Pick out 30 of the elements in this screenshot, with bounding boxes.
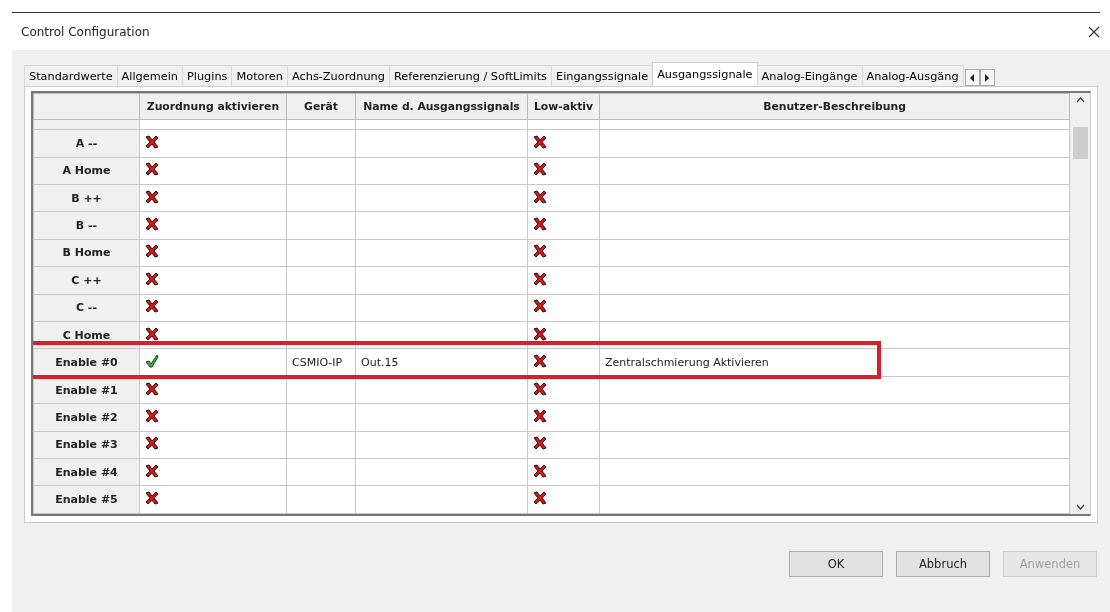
tab[interactable]: Analog-Eingänge <box>756 65 863 86</box>
window-title: Control Configuration <box>21 24 150 39</box>
column-header: Zuordnung aktivieren <box>139 93 287 120</box>
tab[interactable]: Ausgangssignale <box>652 62 758 86</box>
row-header: Enable #4 <box>33 458 140 486</box>
row-header: A -- <box>33 129 140 158</box>
row-header: C -- <box>33 294 140 322</box>
row-header: Enable #0 <box>33 348 140 377</box>
column-header: Low-aktiv <box>527 93 600 120</box>
tab[interactable]: Analog-Ausgäng <box>861 65 964 86</box>
row-header: Enable #2 <box>33 403 140 432</box>
row-header: B ++ <box>33 184 140 212</box>
row-header: B Home <box>33 239 140 267</box>
scroll-left-button[interactable] <box>964 69 980 86</box>
row-header: A Home <box>33 157 140 185</box>
tab[interactable]: Standardwerte <box>24 65 118 86</box>
column-header: Benutzer-Beschreibung <box>599 93 1070 120</box>
dialog-button[interactable]: OK <box>789 551 883 577</box>
row-header: C ++ <box>33 266 140 295</box>
row-header: Enable #3 <box>33 431 140 459</box>
dialog-button[interactable]: Abbruch <box>896 551 990 577</box>
scroll-down-icon[interactable] <box>1075 504 1085 510</box>
column-header: Name d. Ausgangssignals <box>355 93 528 120</box>
right-arrow-icon <box>984 73 991 82</box>
scrollbar-thumb[interactable] <box>1072 127 1088 159</box>
left-arrow-icon <box>969 73 976 82</box>
column-header: Gerät <box>286 93 356 120</box>
row-header: B -- <box>33 211 140 240</box>
scroll-up-icon[interactable] <box>1075 97 1085 103</box>
row-header: Enable #5 <box>33 485 140 514</box>
